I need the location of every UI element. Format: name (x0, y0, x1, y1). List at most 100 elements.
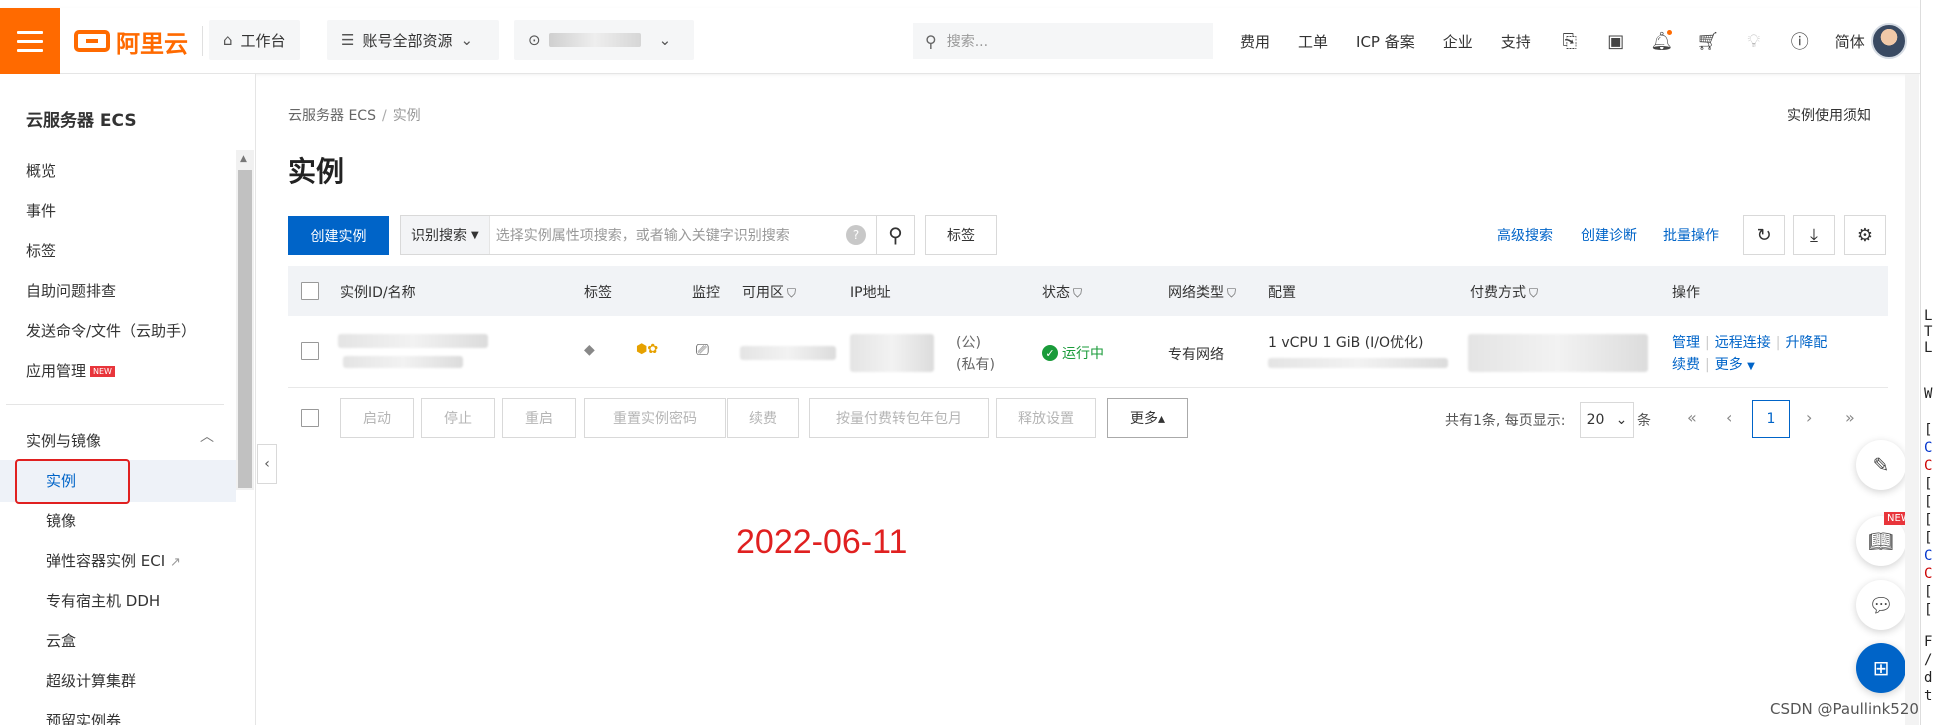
status-text: 运行中 (1062, 346, 1104, 362)
filter-icon[interactable]: ⛉ (787, 286, 796, 300)
search-mode-select[interactable]: 识别搜索 ▼ (401, 216, 490, 254)
terminal-icon[interactable]: ▣ (1605, 30, 1627, 52)
sidebar-item-reserved[interactable]: 预留实例券 (46, 710, 121, 725)
book-icon: 📖︎ (1868, 529, 1894, 553)
instance-search: 识别搜索 ▼ 选择实例属性项搜索，或者输入关键字识别搜索 ? ⚲ (400, 215, 915, 255)
start-button[interactable]: 启动 (340, 398, 414, 438)
page-title: 实例 (288, 155, 345, 188)
cart-icon[interactable]: 🛒︎ (1696, 30, 1719, 52)
sidebar-item-app-management[interactable]: 应用管理 NEW (26, 360, 115, 381)
sidebar-item-send-command[interactable]: 发送命令/文件（云助手） (26, 320, 196, 341)
select-all-checkbox[interactable] (301, 282, 319, 300)
instance-search-input[interactable]: 选择实例属性项搜索，或者输入关键字识别搜索 (490, 225, 846, 245)
aliyun-logo[interactable]: 阿里云 (74, 26, 203, 58)
last-page-icon[interactable]: » (1845, 408, 1855, 427)
menu-icon[interactable] (0, 8, 60, 74)
security-badge-icon[interactable]: ⬢✿ (636, 342, 658, 357)
filter-icon[interactable]: ⛉ (1529, 286, 1538, 300)
sidebar-item-images[interactable]: 镜像 (46, 510, 76, 531)
sidebar-item-tags[interactable]: 标签 (26, 240, 56, 261)
tag-filter-button[interactable]: 标签 (925, 215, 997, 255)
scroll-thumb[interactable] (238, 170, 252, 488)
first-page-icon[interactable]: « (1687, 408, 1697, 427)
bulk-select-checkbox[interactable] (301, 409, 319, 427)
manage-link[interactable]: 管理 (1672, 335, 1700, 351)
filter-icon[interactable]: ⛉ (1073, 286, 1082, 300)
col-network-label: 网络类型 (1168, 285, 1224, 301)
row-checkbox[interactable] (301, 342, 319, 360)
global-search-input[interactable]: ⚲ 搜索... (913, 23, 1213, 59)
filter-icon[interactable]: ⛉ (1227, 286, 1236, 300)
workbench-button[interactable]: ⌂ 工作台 (209, 20, 300, 60)
monitor-icon[interactable]: ⎚ (696, 340, 709, 360)
sidebar-item-troubleshoot[interactable]: 自助问题排查 (26, 280, 116, 301)
download-button[interactable]: ⤓ (1793, 215, 1835, 255)
create-diagnosis-link[interactable]: 创建诊断 (1581, 225, 1637, 245)
top-link-support[interactable]: 支持 (1501, 31, 1531, 52)
chat-button[interactable]: 💬︎ (1856, 580, 1906, 630)
top-link-tickets[interactable]: 工单 (1298, 31, 1328, 52)
search-button[interactable]: ⚲ (876, 216, 914, 254)
breadcrumb-ecs[interactable]: 云服务器 ECS (288, 108, 376, 124)
region-selector[interactable]: ⊙ ⌄ (514, 20, 694, 60)
renew-link[interactable]: 续费 (1672, 357, 1700, 373)
instance-name-redacted (343, 356, 463, 368)
renew-button[interactable]: 续费 (727, 398, 799, 438)
help-icon[interactable]: ⓘ (1789, 30, 1811, 53)
instance-id-redacted[interactable] (338, 334, 488, 348)
sidebar-item-events[interactable]: 事件 (26, 200, 56, 221)
table-row: ◆ ⬢✿ ⎚ (公) (私有) ✓ 运行中 专有网络 1 vCPU 1 GiB (… (288, 316, 1888, 388)
top-link-fees[interactable]: 费用 (1240, 31, 1270, 52)
sidebar-scrollbar[interactable]: ▲ (236, 150, 254, 490)
sidebar-group-instances-images[interactable]: 实例与镜像 (26, 430, 101, 451)
col-billing[interactable]: 付费方式 ⛉ (1470, 282, 1538, 302)
stop-button[interactable]: 停止 (421, 398, 495, 438)
col-status[interactable]: 状态 ⛉ (1042, 282, 1082, 302)
convert-billing-button[interactable]: 按量付费转包年包月 (809, 398, 989, 438)
remote-connect-link[interactable]: 远程连接 (1715, 335, 1771, 351)
chevron-up-icon[interactable]: ︿ (200, 426, 214, 446)
chevron-down-icon: ⌄ (658, 31, 672, 49)
top-link-enterprise[interactable]: 企业 (1443, 31, 1473, 52)
feedback-edit-button[interactable]: ✎ (1856, 440, 1906, 490)
sidebar-item-eci[interactable]: 弹性容器实例 ECI ↗ (46, 550, 181, 571)
restart-button[interactable]: 重启 (502, 398, 576, 438)
sidebar-item-overview[interactable]: 概览 (26, 160, 56, 181)
next-page-icon[interactable]: › (1806, 408, 1812, 427)
resource-selector[interactable]: ☰ 账号全部资源 ⌄ (327, 20, 499, 60)
apps-menu-button[interactable]: ⊞ (1856, 643, 1906, 693)
reset-password-button[interactable]: 重置实例密码 (584, 398, 726, 438)
more-actions-link[interactable]: 更多 ▼ (1715, 357, 1755, 373)
prev-page-icon[interactable]: ‹ (1726, 408, 1732, 427)
col-network[interactable]: 网络类型 ⛉ (1168, 282, 1236, 302)
sidebar-item-supercomputing[interactable]: 超级计算集群 (46, 670, 136, 691)
language-switch[interactable]: 简体 (1835, 31, 1865, 52)
scroll-up-icon[interactable]: ▲ (240, 154, 247, 164)
current-page[interactable]: 1 (1752, 400, 1790, 438)
refresh-button[interactable]: ↻ (1743, 215, 1785, 255)
col-zone[interactable]: 可用区 ⛉ (742, 282, 796, 302)
resize-link[interactable]: 升降配 (1785, 335, 1827, 351)
settings-button[interactable]: ⚙ (1844, 215, 1886, 255)
row-actions-line1: 管理 | 远程连接 | 升降配 (1672, 332, 1827, 352)
strip-char: L (1924, 308, 1933, 324)
more-bulk-button[interactable]: 更多▴ (1107, 398, 1188, 438)
help-icon[interactable]: ? (846, 225, 866, 245)
sidebar-collapse-button[interactable]: ‹ (257, 444, 277, 484)
page-size-select[interactable]: 20 ⌄ (1580, 402, 1634, 438)
advanced-search-link[interactable]: 高级搜索 (1497, 225, 1553, 245)
usage-notice-link[interactable]: 实例使用须知 (1787, 105, 1871, 125)
user-avatar[interactable] (1871, 23, 1907, 59)
create-instance-button[interactable]: 创建实例 (288, 216, 389, 255)
sidebar-item-ddh[interactable]: 专有宿主机 DDH (46, 590, 160, 611)
bell-icon[interactable]: 🔔︎ (1650, 30, 1673, 52)
app-icon[interactable]: ⎘ (1559, 30, 1581, 52)
tag-icon[interactable]: ◆ (584, 342, 595, 358)
batch-operations-link[interactable]: 批量操作 (1663, 225, 1719, 245)
release-settings-button[interactable]: 释放设置 (996, 398, 1096, 438)
main-scrollbar[interactable] (1905, 74, 1919, 725)
sidebar-item-cloudbox[interactable]: 云盒 (46, 630, 76, 651)
lightbulb-icon[interactable]: 💡︎ (1743, 30, 1765, 52)
strip-char: C (1924, 566, 1933, 582)
top-link-icp[interactable]: ICP 备案 (1356, 31, 1415, 52)
